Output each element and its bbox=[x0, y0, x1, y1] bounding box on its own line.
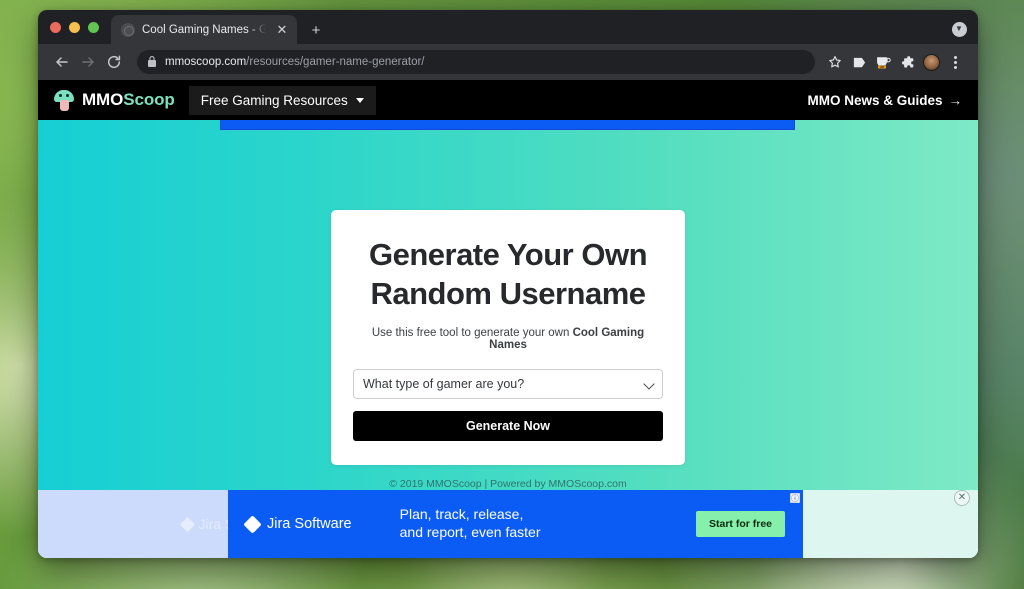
generator-card: Generate Your Own Random Username Use th… bbox=[331, 210, 685, 465]
tab-title: Cool Gaming Names - Generat bbox=[142, 24, 266, 36]
page-subtitle: Use this free tool to generate your own … bbox=[353, 327, 663, 351]
ad-skin-left-text: Jira So bbox=[198, 516, 228, 532]
tabstrip-profile-icon[interactable]: ▼ bbox=[950, 20, 968, 38]
gamer-type-select-wrapper: What type of gamer are you? bbox=[353, 369, 663, 399]
brand-wordmark: MMOScoop bbox=[82, 90, 175, 110]
back-button[interactable] bbox=[49, 49, 75, 75]
ad-info-icon[interactable]: ⓘ bbox=[790, 493, 800, 503]
page-footer-text: © 2019 MMOScoop | Powered by MMOScoop.co… bbox=[389, 478, 626, 490]
ad-copy: Plan, track, release, and report, even f… bbox=[400, 506, 541, 542]
address-bar-url: mmoscoop.com/resources/gamer-name-genera… bbox=[165, 56, 805, 68]
chrome-menu-kebab[interactable] bbox=[943, 49, 967, 75]
maximize-window-button[interactable] bbox=[88, 22, 99, 33]
nav-dropdown-free-gaming-resources[interactable]: Free Gaming Resources bbox=[189, 86, 376, 115]
close-window-button[interactable] bbox=[50, 22, 61, 33]
forward-button[interactable] bbox=[75, 49, 101, 75]
bottom-ad-region: Jira So Jira Software Plan, track, relea… bbox=[38, 490, 978, 558]
page-title-line1: Generate Your Own bbox=[369, 237, 647, 272]
site-brand[interactable]: MMOScoop bbox=[54, 89, 175, 111]
site-header: MMOScoop Free Gaming Resources MMO News … bbox=[38, 80, 978, 120]
url-path: /resources/gamer-name-generator/ bbox=[246, 56, 424, 68]
extensions-puzzle-icon[interactable] bbox=[895, 49, 919, 75]
tag-icon[interactable] bbox=[847, 49, 871, 75]
browser-toolbar: mmoscoop.com/resources/gamer-name-genera… bbox=[38, 44, 978, 80]
arrow-right-icon: → bbox=[949, 93, 963, 108]
ad-skin-left[interactable]: Jira So bbox=[38, 490, 228, 558]
ad-skin-right: ✕ bbox=[803, 490, 978, 558]
mushroom-logo-icon bbox=[54, 89, 74, 111]
ad-skin-left-logo: Jira So bbox=[182, 516, 228, 532]
ad-banner-jira-software[interactable]: Jira Software Plan, track, release, and … bbox=[228, 490, 803, 558]
close-tab-icon[interactable]: ✕ bbox=[273, 21, 291, 39]
ad-copy-line1: Plan, track, release, bbox=[400, 506, 524, 522]
jira-diamond-icon bbox=[180, 516, 196, 532]
address-bar[interactable]: mmoscoop.com/resources/gamer-name-genera… bbox=[137, 50, 815, 74]
gamer-type-select[interactable]: What type of gamer are you? bbox=[353, 369, 663, 399]
url-domain: mmoscoop.com bbox=[165, 56, 246, 68]
profile-chevron-icon: ▼ bbox=[952, 22, 967, 37]
brand-scoop: Scoop bbox=[123, 90, 174, 109]
profile-avatar[interactable] bbox=[919, 49, 943, 75]
subtitle-prefix: Use this free tool to generate your own bbox=[372, 327, 573, 339]
page-viewport: MMOScoop Free Gaming Resources MMO News … bbox=[38, 80, 978, 558]
tab-favicon-icon bbox=[121, 23, 135, 37]
ad-copy-line2: and report, even faster bbox=[400, 524, 541, 540]
lock-icon bbox=[147, 56, 157, 68]
chevron-down-icon bbox=[356, 98, 364, 103]
page-title: Generate Your Own Random Username bbox=[353, 236, 663, 314]
new-tab-button[interactable]: + bbox=[307, 21, 325, 39]
reload-button[interactable] bbox=[101, 49, 127, 75]
ad-cta-start-for-free[interactable]: Start for free bbox=[696, 511, 785, 537]
generate-now-button[interactable]: Generate Now bbox=[353, 411, 663, 441]
minimize-window-button[interactable] bbox=[69, 22, 80, 33]
desktop-wallpaper: Cool Gaming Names - Generat ✕ + ▼ bbox=[0, 0, 1024, 589]
nav-dropdown-label: Free Gaming Resources bbox=[201, 93, 348, 108]
bookmark-star-icon[interactable] bbox=[823, 49, 847, 75]
header-link-label: MMO News & Guides bbox=[807, 93, 942, 108]
coffee-off-icon[interactable]: Off bbox=[871, 49, 895, 75]
jira-diamond-icon bbox=[243, 515, 261, 533]
browser-window: Cool Gaming Names - Generat ✕ + ▼ bbox=[38, 10, 978, 558]
page-body: Generate Your Own Random Username Use th… bbox=[38, 120, 978, 558]
ad-logo-text: Jira Software bbox=[267, 516, 352, 532]
top-ad-strip[interactable] bbox=[220, 120, 795, 130]
browser-tab[interactable]: Cool Gaming Names - Generat ✕ bbox=[111, 15, 297, 44]
browser-tab-strip: Cool Gaming Names - Generat ✕ + ▼ bbox=[38, 10, 978, 44]
page-title-line2: Random Username bbox=[370, 276, 645, 311]
ad-close-button[interactable]: ✕ bbox=[954, 490, 970, 506]
header-link-mmo-news-guides[interactable]: MMO News & Guides → bbox=[807, 93, 962, 108]
window-traffic-lights bbox=[48, 10, 111, 44]
brand-mmo: MMO bbox=[82, 90, 123, 109]
